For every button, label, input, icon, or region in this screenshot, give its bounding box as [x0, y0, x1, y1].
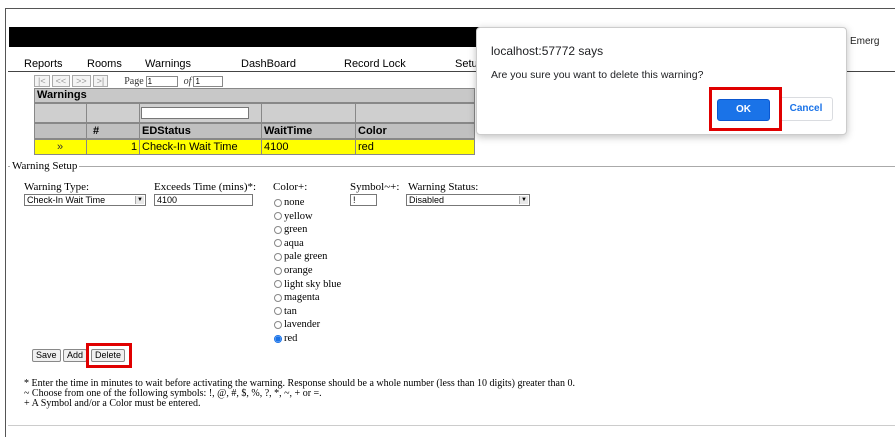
warning-type-select[interactable]: Check-In Wait Time ▼	[24, 194, 146, 206]
of-label: of	[183, 75, 192, 87]
color-label: Color+:	[273, 181, 308, 193]
color-option[interactable]: yellow	[274, 210, 313, 223]
warning-type-value: Check-In Wait Time	[27, 195, 106, 205]
grid-filter-row	[34, 103, 475, 123]
chevron-down-icon: ▼	[519, 196, 528, 204]
grid-title: Warnings	[34, 88, 475, 103]
symbol-input[interactable]: !	[350, 194, 377, 206]
color-option-label: magenta	[284, 292, 320, 304]
warning-status-select[interactable]: Disabled ▼	[406, 194, 530, 206]
total-pages: 1	[193, 75, 224, 87]
color-option[interactable]: magenta	[274, 291, 320, 304]
cell-color: red	[358, 141, 374, 153]
header-right-label: Emerg	[850, 36, 880, 47]
menu-rooms[interactable]: Rooms	[87, 58, 122, 70]
color-option-label: light sky blue	[284, 278, 342, 290]
pager: |< << >> >| Page 1 of 1	[34, 75, 224, 87]
menu-reports[interactable]: Reports	[24, 58, 63, 70]
color-radio[interactable]	[274, 293, 282, 302]
color-option-label: yellow	[284, 210, 313, 222]
warning-status-label: Warning Status:	[408, 181, 479, 193]
exceeds-time-input[interactable]: 4100	[154, 194, 253, 206]
color-option[interactable]: green	[274, 223, 307, 236]
cell-num: 1	[131, 141, 138, 153]
color-option-label: aqua	[284, 237, 304, 249]
save-button[interactable]: Save	[32, 349, 61, 362]
col-color[interactable]: Color	[358, 125, 387, 137]
color-option[interactable]: tan	[274, 305, 297, 318]
color-option[interactable]: orange	[274, 264, 313, 277]
divider	[8, 425, 895, 426]
color-option-label: red	[284, 333, 298, 344]
warning-status-value: Disabled	[409, 195, 445, 205]
color-radio[interactable]	[274, 334, 282, 343]
first-page-button[interactable]: |<	[34, 75, 50, 87]
dialog-message: Are you sure you want to delete this war…	[491, 69, 704, 81]
color-radio[interactable]	[274, 307, 282, 316]
row-selector[interactable]: »	[57, 141, 63, 153]
help-notes: * Enter the time in minutes to wait befo…	[24, 379, 575, 409]
prev-page-button[interactable]: <<	[51, 75, 71, 87]
color-option[interactable]: red	[274, 332, 297, 345]
color-radio[interactable]	[274, 280, 282, 289]
color-option[interactable]: none	[274, 196, 304, 209]
color-option-label: lavender	[284, 319, 321, 331]
color-option-label: none	[284, 197, 305, 208]
exceeds-time-label: Exceeds Time (mins)*:	[154, 181, 257, 193]
symbol-label: Symbol~+:	[350, 181, 400, 193]
page-input[interactable]: 1	[145, 75, 178, 87]
color-option-label: green	[284, 224, 308, 236]
ok-highlight-annotation	[709, 87, 782, 131]
note-required: + A Symbol and/or a Color must be entere…	[24, 398, 201, 409]
col-num[interactable]: #	[93, 125, 99, 137]
edstatus-filter-input[interactable]	[141, 107, 249, 119]
menu-dashboard[interactable]: DashBoard	[241, 58, 296, 70]
cancel-button[interactable]: Cancel	[779, 97, 833, 121]
grid-header: # EDStatus WaitTime Color	[34, 123, 475, 139]
warning-setup-legend: Warning Setup	[10, 160, 80, 172]
col-waittime[interactable]: WaitTime	[264, 125, 312, 137]
next-page-button[interactable]: >>	[72, 75, 91, 87]
color-option[interactable]: light sky blue	[274, 278, 341, 291]
col-edstatus[interactable]: EDStatus	[142, 125, 191, 137]
color-option[interactable]: lavender	[274, 318, 320, 331]
menu-setup[interactable]: Setu	[455, 58, 478, 70]
table-row[interactable]: » 1 Check-In Wait Time 4100 red	[34, 139, 475, 155]
cell-edstatus: Check-In Wait Time	[142, 141, 238, 153]
warning-type-label: Warning Type:	[24, 181, 90, 193]
header-bar	[9, 27, 485, 47]
color-radio[interactable]	[274, 198, 282, 207]
menu-record-lock[interactable]: Record Lock	[344, 58, 406, 70]
page-label: Page	[124, 75, 144, 87]
delete-highlight-annotation	[86, 343, 132, 368]
add-button[interactable]: Add	[63, 349, 88, 362]
color-radio[interactable]	[274, 252, 282, 261]
color-radio[interactable]	[274, 212, 282, 221]
color-radio[interactable]	[274, 239, 282, 248]
color-option-label: pale green	[284, 251, 328, 263]
confirm-dialog: localhost:57772 says Are you sure you wa…	[476, 27, 847, 135]
color-radio[interactable]	[274, 225, 282, 234]
color-option-label: orange	[284, 265, 313, 276]
color-radio[interactable]	[274, 320, 282, 329]
color-option[interactable]: aqua	[274, 237, 304, 250]
dialog-title: localhost:57772 says	[491, 44, 604, 58]
color-option-label: tan	[284, 305, 297, 317]
menu-warnings[interactable]: Warnings	[145, 58, 191, 70]
cell-waittime: 4100	[264, 141, 289, 153]
color-radio[interactable]	[274, 266, 282, 275]
chevron-down-icon: ▼	[135, 196, 144, 204]
last-page-button[interactable]: >|	[92, 75, 109, 87]
color-option[interactable]: pale green	[274, 250, 327, 263]
